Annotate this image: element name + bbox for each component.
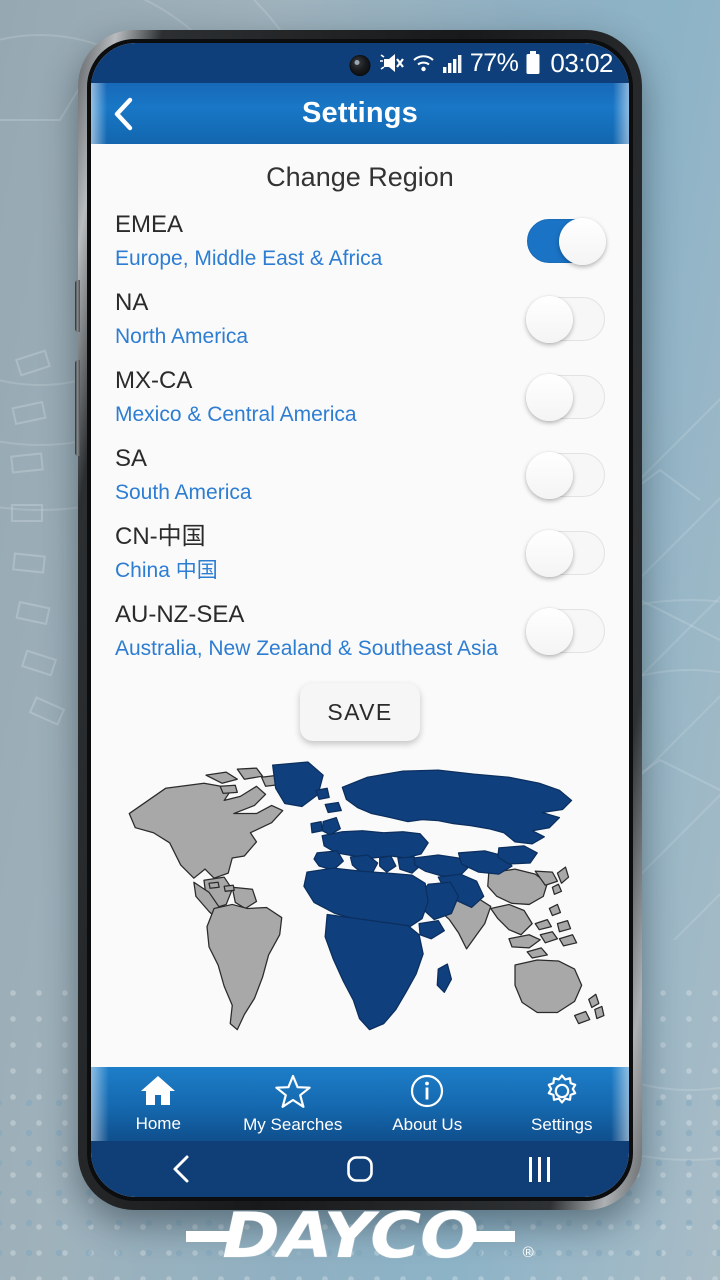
nav-item-settings[interactable]: Settings: [495, 1067, 630, 1141]
nav-item-label: My Searches: [243, 1114, 343, 1134]
home-square-icon: [347, 1156, 373, 1182]
status-bar: 77% 03:02: [91, 43, 629, 83]
android-back-button[interactable]: [121, 1154, 241, 1184]
wifi-icon: [413, 55, 434, 72]
gear-icon: [545, 1074, 579, 1113]
region-row[interactable]: SA South America: [115, 437, 605, 515]
region-name: Mexico & Central America: [115, 402, 357, 426]
region-code: MX-CA: [115, 367, 193, 394]
star-icon: [275, 1074, 311, 1113]
region-code: SA: [115, 445, 148, 472]
bottom-navigation: Home My Searches About Us Settings: [91, 1067, 629, 1141]
settings-content: Change Region EMEA Europe, Middle East & …: [91, 144, 629, 1067]
recents-bar: [546, 1156, 550, 1182]
region-code: EMEA: [115, 211, 184, 238]
nav-item-my-searches[interactable]: My Searches: [226, 1067, 361, 1141]
region-texts: MX-CA Mexico & Central America: [115, 363, 357, 430]
save-button[interactable]: SAVE: [300, 683, 420, 741]
nav-item-label: Settings: [531, 1114, 593, 1134]
nav-item-about-us[interactable]: About Us: [360, 1067, 495, 1141]
region-row[interactable]: CN-中国 China 中国: [115, 515, 605, 593]
status-bar-right: 77% 03:02: [379, 50, 613, 76]
recents-bar: [528, 1156, 532, 1182]
region-code: AU-NZ-SEA: [115, 601, 245, 628]
region-list: EMEA Europe, Middle East & Africa NA North …: [91, 203, 629, 671]
region-code: NA: [115, 289, 149, 316]
save-button-container: SAVE: [91, 671, 629, 747]
region-name: China 中国: [115, 558, 218, 582]
region-texts: AU-NZ-SEA Australia, New Zealand & Southe…: [115, 597, 498, 664]
nav-item-label: About Us: [392, 1114, 463, 1134]
region-texts: CN-中国 China 中国: [115, 519, 218, 586]
page-header-title: Settings: [302, 97, 418, 129]
front-camera-punchhole: [349, 55, 371, 76]
phone-bezel: 77% 03:02 Settings Change Region EMEA Eur…: [87, 39, 633, 1201]
android-home-button[interactable]: [300, 1155, 420, 1183]
region-name: Europe, Middle East & Africa: [115, 246, 383, 270]
android-navigation-bar: [91, 1141, 629, 1197]
region-name: North America: [115, 324, 249, 348]
region-toggle[interactable]: [526, 296, 605, 343]
region-toggle[interactable]: [526, 374, 605, 421]
region-code: CN-中国: [115, 523, 206, 550]
back-button[interactable]: [91, 97, 155, 131]
info-icon: [410, 1074, 444, 1113]
region-texts: SA South America: [115, 441, 252, 508]
toggle-knob: [526, 296, 573, 343]
logo-wordmark: DAYCO: [222, 1199, 480, 1273]
region-row[interactable]: AU-NZ-SEA Australia, New Zealand & Southe…: [115, 593, 605, 671]
region-name: Australia, New Zealand & Southeast Asia: [115, 636, 498, 660]
nav-item-home[interactable]: Home: [91, 1067, 226, 1141]
nav-item-label: Home: [135, 1114, 181, 1133]
region-name: South America: [115, 480, 252, 504]
page-title: Change Region: [266, 162, 454, 192]
phone-screen: 77% 03:02 Settings Change Region EMEA Eur…: [91, 43, 629, 1197]
region-row[interactable]: MX-CA Mexico & Central America: [115, 359, 605, 437]
toggle-knob: [526, 608, 573, 655]
home-icon: [140, 1074, 176, 1112]
phone-device-frame: 77% 03:02 Settings Change Region EMEA Eur…: [75, 30, 642, 1210]
status-clock: 03:02: [550, 48, 613, 78]
region-texts: NA North America: [115, 285, 248, 352]
region-toggle[interactable]: [526, 452, 605, 499]
region-toggle[interactable]: [526, 608, 605, 655]
back-icon: [173, 1155, 189, 1183]
region-row[interactable]: NA North America: [115, 281, 605, 359]
region-row[interactable]: EMEA Europe, Middle East & Africa: [115, 203, 606, 281]
recents-bar: [537, 1156, 541, 1182]
battery-percent-label: 77%: [469, 48, 519, 77]
battery-icon: [526, 51, 540, 74]
toggle-knob: [526, 530, 573, 577]
region-texts: EMEA Europe, Middle East & Africa: [115, 207, 382, 274]
toggle-knob: [526, 452, 573, 499]
chevron-left-icon: [114, 97, 133, 130]
region-toggle[interactable]: [526, 530, 605, 577]
world-map-svg: [128, 761, 605, 1031]
android-recents-button[interactable]: [479, 1156, 599, 1182]
toggle-knob: [559, 218, 606, 265]
mute-icon: [379, 54, 404, 72]
registered-mark: ®: [522, 1244, 534, 1261]
region-toggle[interactable]: [527, 218, 606, 265]
toggle-knob: [526, 374, 573, 421]
signal-icon: [442, 54, 462, 73]
phone-volume-button[interactable]: [75, 360, 80, 456]
dayco-logo: DAYCO ®: [0, 1199, 720, 1273]
world-map: [91, 747, 629, 1067]
phone-bixby-button[interactable]: [75, 280, 80, 332]
app-header: Settings: [91, 83, 629, 144]
